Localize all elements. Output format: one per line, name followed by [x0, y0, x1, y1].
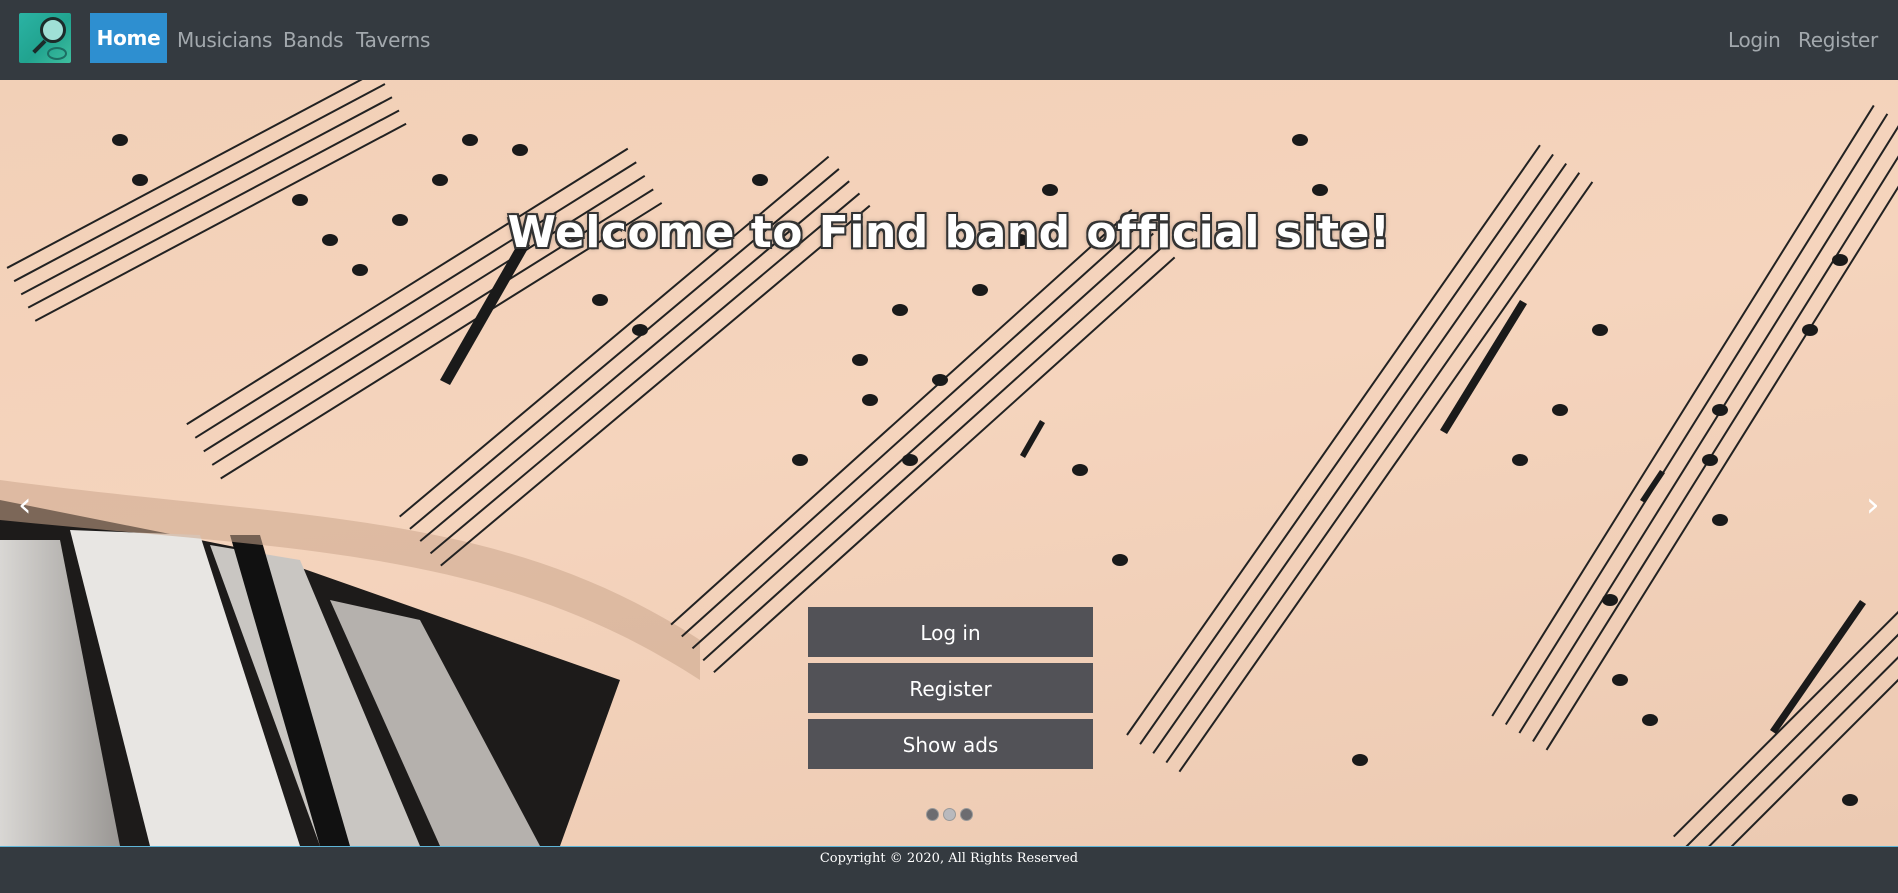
top-navbar: Home Musicians Bands Taverns Login Regis… [0, 0, 1898, 80]
carousel-prev-arrow-icon[interactable]: ‹ [18, 488, 32, 522]
nav-taverns-link[interactable]: Taverns [356, 20, 430, 60]
carousel-indicator[interactable] [926, 808, 939, 821]
copyright-text: Copyright © 2020, All Rights Reserved [819, 851, 1079, 866]
nav-bands-link[interactable]: Bands [283, 20, 344, 60]
nav-musicians-link[interactable]: Musicians [177, 20, 272, 60]
carousel-indicator[interactable] [960, 808, 973, 821]
login-button[interactable]: Log in [808, 607, 1093, 657]
carousel-indicator-active[interactable] [943, 808, 956, 821]
nav-register-link[interactable]: Register [1798, 20, 1878, 60]
nav-home-link[interactable]: Home [90, 13, 167, 63]
hero-title: Welcome to Find band official site! [507, 207, 1391, 258]
logo[interactable] [19, 13, 71, 63]
carousel-next-arrow-icon[interactable]: › [1866, 488, 1880, 522]
show-ads-button[interactable]: Show ads [808, 719, 1093, 769]
register-button[interactable]: Register [808, 663, 1093, 713]
footer: Copyright © 2020, All Rights Reserved [0, 846, 1898, 893]
nav-login-link[interactable]: Login [1728, 20, 1781, 60]
hero-carousel: Welcome to Find band official site! Log … [0, 80, 1898, 846]
